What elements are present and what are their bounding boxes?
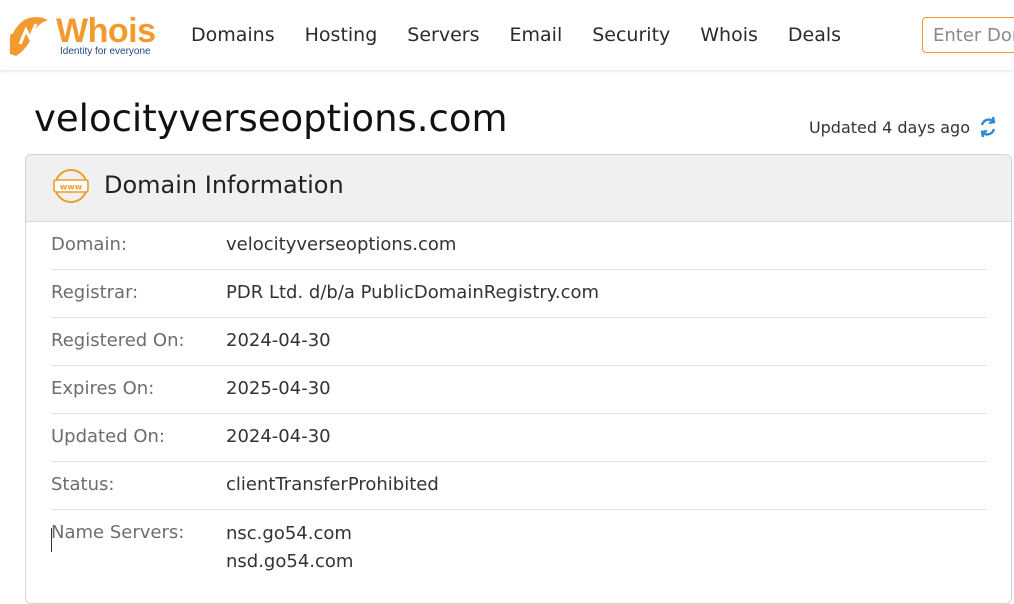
domain-info-list: Domain: velocityverseoptions.com Registr… [51,222,987,576]
nav-whois[interactable]: Whois [700,24,758,46]
row-label: Name Servers: [51,522,185,543]
row-value: 2024-04-30 [226,426,331,447]
refresh-icon[interactable] [978,116,998,138]
row-value: 2024-04-30 [226,330,331,351]
info-row-expires-on: Expires On: 2025-04-30 [51,366,987,414]
row-value: clientTransferProhibited [226,474,439,495]
nav-security[interactable]: Security [592,24,670,46]
svg-text:www: www [60,183,83,192]
row-label: Updated On: [51,426,165,447]
row-label: Registrar: [51,282,139,303]
text-cursor [51,528,52,552]
name-server-item: nsc.go54.com [226,523,352,544]
row-label: Domain: [51,234,127,255]
nav-hosting[interactable]: Hosting [305,24,378,46]
updated-text: Updated 4 days ago [808,117,970,137]
nav-email[interactable]: Email [510,24,563,46]
info-row-updated-on: Updated On: 2024-04-30 [51,414,987,462]
info-row-registered-on: Registered On: 2024-04-30 [51,318,987,366]
page-title: velocityverseoptions.com [34,97,508,140]
logo-tagline: Identity for everyone [60,46,151,57]
row-label: Status: [51,474,115,495]
info-row-registrar: Registrar: PDR Ltd. d/b/a PublicDomainRe… [51,270,987,318]
row-value: 2025-04-30 [226,378,331,399]
info-row-domain: Domain: velocityverseoptions.com [51,222,987,270]
row-label: Registered On: [51,330,185,351]
name-server-item: nsd.go54.com [226,551,354,572]
row-value: PDR Ltd. d/b/a PublicDomainRegistry.com [226,282,600,303]
domain-information-card: www Domain Information Domain: velocityv… [25,154,1012,604]
top-navigation-bar: Whois Identity for everyone Domains Host… [0,0,1014,70]
card-header: www Domain Information [26,155,1011,222]
name-server-list: nsc.go54.com nsd.go54.com [226,510,353,576]
logo-mark-icon [9,17,48,56]
www-icon: www [53,169,89,203]
nav-deals[interactable]: Deals [788,24,841,46]
nav-domains[interactable]: Domains [191,24,275,46]
domain-search-input[interactable] [922,17,1014,53]
updated-status: Updated 4 days ago [809,116,998,138]
main-nav: Domains Hosting Servers Email Security W… [191,24,871,46]
whois-logo[interactable]: Whois Identity for everyone [4,12,164,60]
info-row-status: Status: clientTransferProhibited [51,462,987,510]
info-row-name-servers: Name Servers: nsc.go54.com nsd.go54.com [51,510,987,576]
nav-servers[interactable]: Servers [407,24,479,46]
row-value: velocityverseoptions.com [226,234,457,255]
row-label: Expires On: [51,378,155,399]
card-title: Domain Information [104,171,344,199]
